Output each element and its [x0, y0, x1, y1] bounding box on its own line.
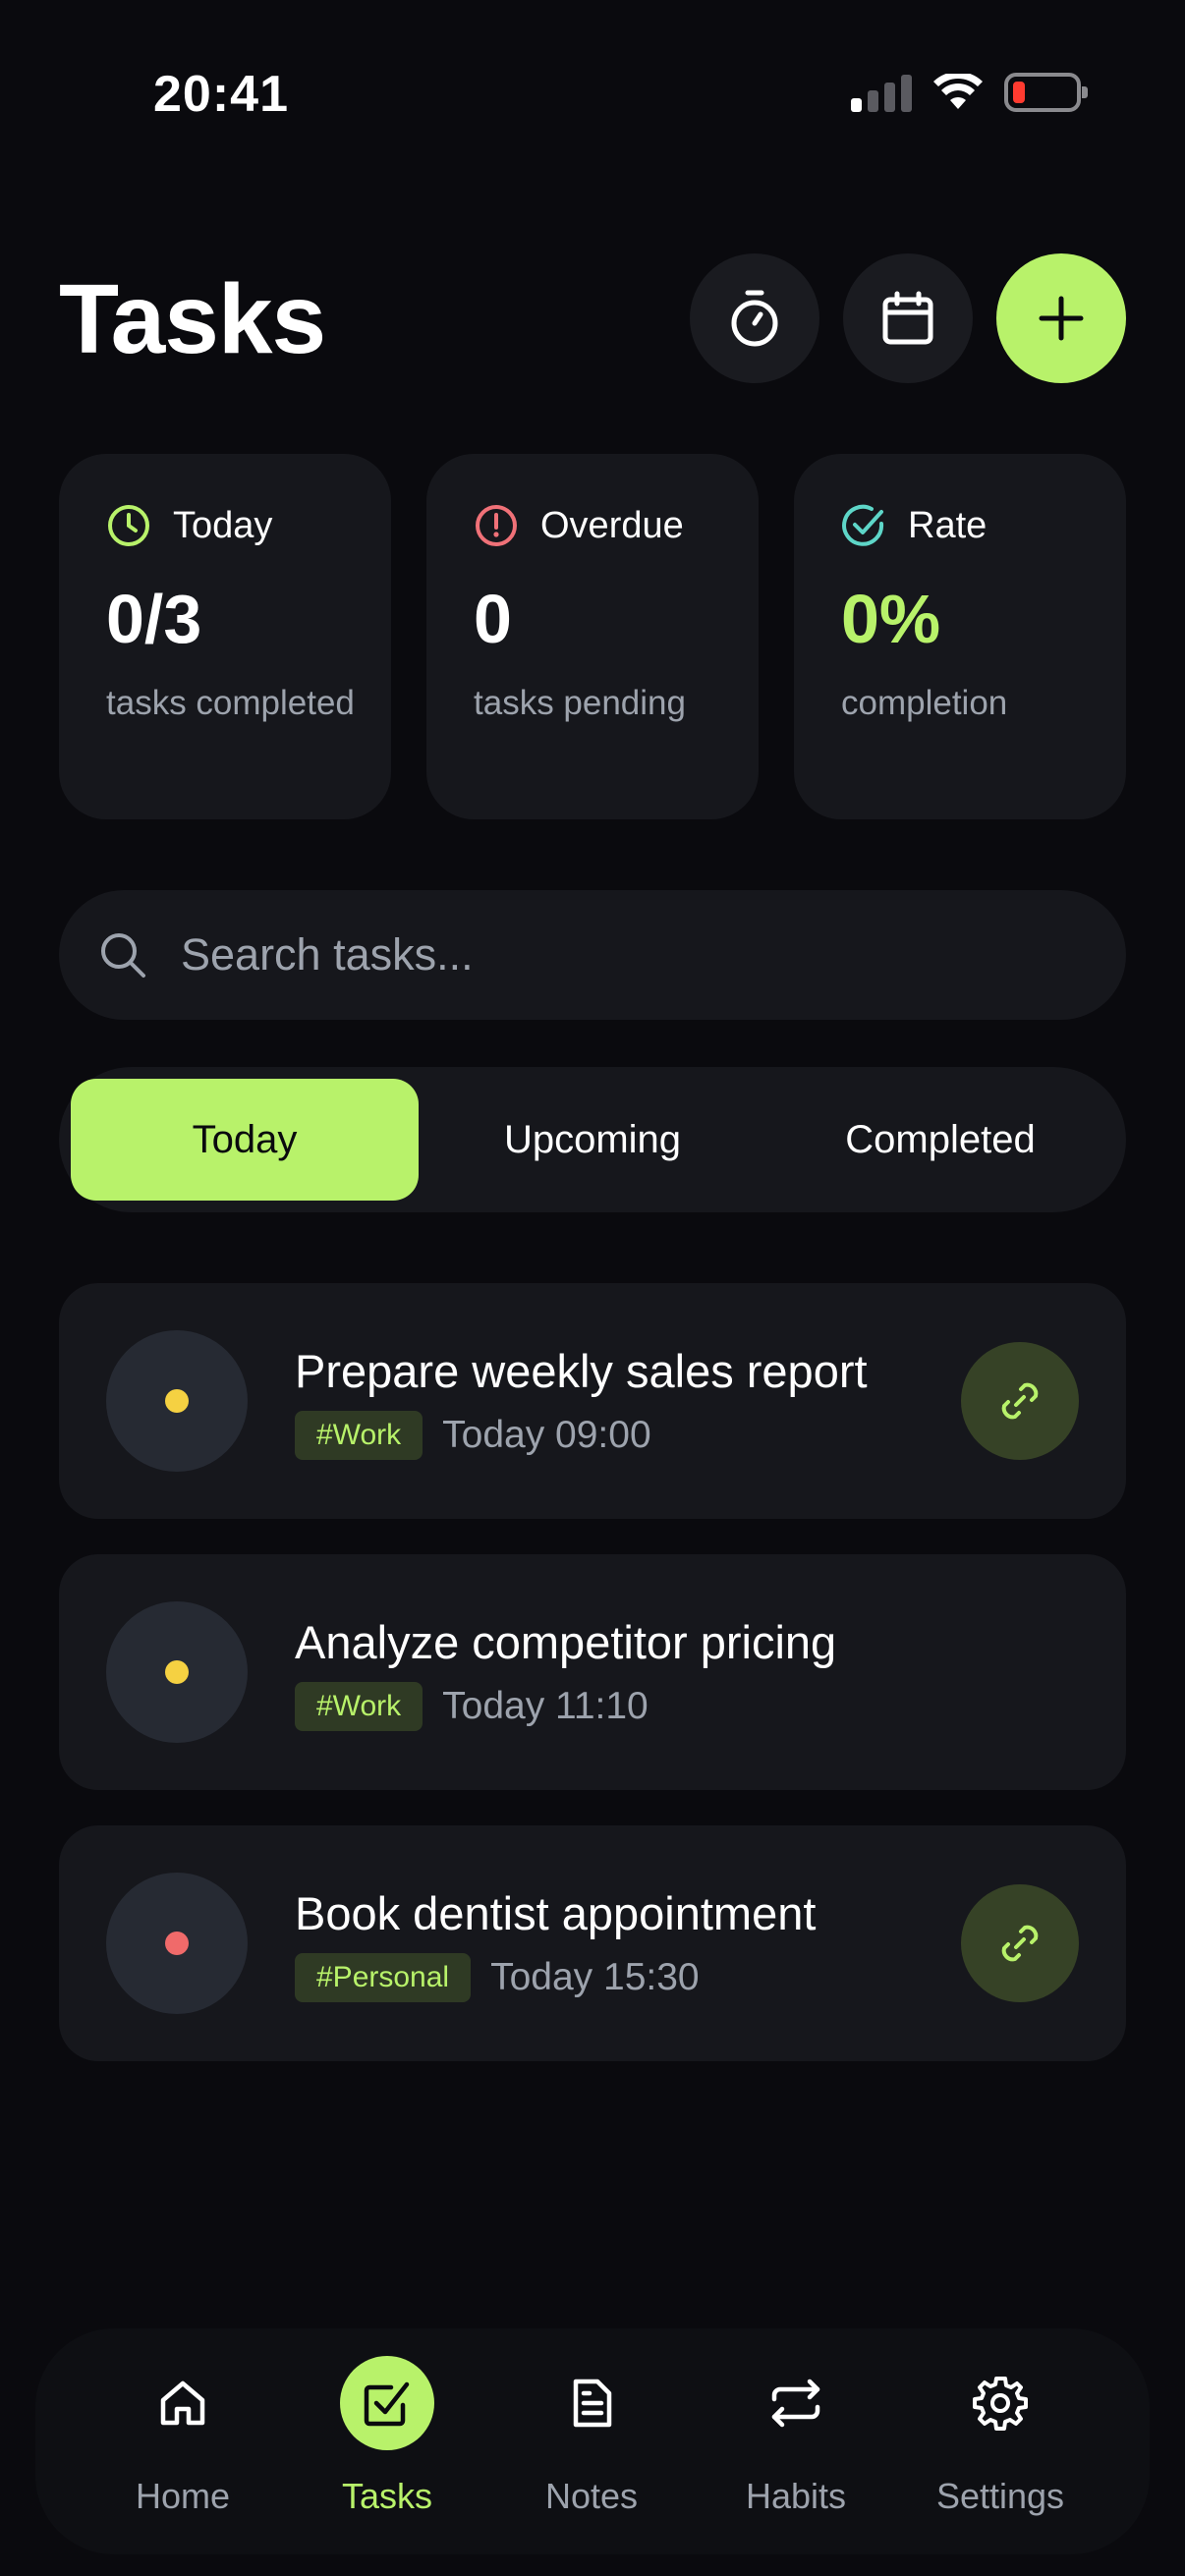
stat-value: 0/3 — [106, 581, 202, 657]
document-icon — [544, 2356, 639, 2450]
nav-settings[interactable]: Settings — [892, 2328, 1108, 2554]
priority-dot — [165, 1389, 189, 1413]
timer-button[interactable] — [690, 253, 819, 383]
task-meta: #Work Today 09:00 — [295, 1411, 651, 1460]
nav-notes[interactable]: Notes — [483, 2328, 700, 2554]
task-title: Prepare weekly sales report — [295, 1345, 868, 1397]
task-title: Book dentist appointment — [295, 1887, 817, 1939]
home-icon — [136, 2356, 230, 2450]
plus-icon — [1039, 296, 1084, 341]
checkbox-icon — [340, 2356, 434, 2450]
nav-tasks[interactable]: Tasks — [279, 2328, 495, 2554]
search-icon — [101, 933, 145, 978]
page-title: Tasks — [59, 264, 326, 374]
search-input[interactable] — [181, 929, 1065, 980]
nav-label: Home — [135, 2476, 231, 2516]
task-time: Today 11:10 — [442, 1685, 649, 1727]
stat-label: Overdue — [540, 504, 684, 546]
repeat-icon — [749, 2356, 843, 2450]
stat-label: Today — [173, 504, 273, 546]
stat-subtitle: tasks pending — [474, 684, 686, 722]
stat-card-today: Today 0/3 tasks completed — [59, 454, 391, 819]
nav-habits[interactable]: Habits — [688, 2328, 904, 2554]
stat-subtitle: completion — [841, 684, 1008, 722]
nav-home[interactable]: Home — [75, 2328, 291, 2554]
status-time: 20:41 — [153, 66, 289, 123]
task-meta: #Personal Today 15:30 — [295, 1953, 700, 2002]
task-checkbox[interactable] — [106, 1601, 248, 1743]
task-tag: #Work — [295, 1411, 423, 1460]
stat-label: Rate — [908, 504, 988, 546]
bottom-navigation: Home Tasks Notes Habits Settings — [35, 2328, 1150, 2554]
tasks-screen: 20:41 Tasks Today 0/3 tasks completed Ov… — [0, 0, 1185, 2576]
priority-dot — [165, 1660, 189, 1684]
stat-value: 0 — [474, 581, 512, 657]
task-item[interactable]: Prepare weekly sales report #Work Today … — [59, 1283, 1126, 1519]
nav-label: Habits — [745, 2476, 847, 2516]
task-checkbox[interactable] — [106, 1330, 248, 1472]
gear-icon — [953, 2356, 1047, 2450]
status-icons — [851, 73, 1088, 112]
task-item[interactable]: Book dentist appointment #Personal Today… — [59, 1825, 1126, 2061]
task-time: Today 09:00 — [442, 1414, 651, 1456]
tab-completed[interactable]: Completed — [766, 1079, 1114, 1201]
task-meta: #Work Today 11:10 — [295, 1682, 649, 1731]
link-icon — [1001, 1925, 1039, 1962]
calendar-icon — [882, 291, 933, 345]
stat-card-overdue: Overdue 0 tasks pending — [426, 454, 759, 819]
calendar-button[interactable] — [843, 253, 973, 383]
task-tag: #Work — [295, 1682, 423, 1731]
tab-today[interactable]: Today — [71, 1079, 419, 1201]
check-circle-icon — [842, 504, 884, 546]
task-checkbox[interactable] — [106, 1873, 248, 2014]
nav-label: Tasks — [341, 2476, 433, 2516]
link-icon — [1001, 1382, 1039, 1420]
nav-label: Settings — [935, 2476, 1065, 2516]
clock-icon — [108, 505, 149, 546]
task-link-button[interactable] — [961, 1884, 1079, 2002]
search-bar[interactable] — [59, 890, 1126, 1020]
battery-icon — [1004, 73, 1088, 112]
task-item[interactable]: Analyze competitor pricing #Work Today 1… — [59, 1554, 1126, 1790]
task-title: Analyze competitor pricing — [295, 1616, 837, 1668]
task-tag: #Personal — [295, 1953, 472, 2002]
stopwatch-icon — [731, 290, 778, 347]
priority-dot — [165, 1932, 189, 1955]
add-task-button[interactable] — [996, 253, 1126, 383]
task-time: Today 15:30 — [490, 1956, 700, 1998]
alert-circle-icon — [476, 505, 517, 546]
task-link-button[interactable] — [961, 1342, 1079, 1460]
stat-card-rate: Rate 0% completion — [794, 454, 1126, 819]
tab-upcoming[interactable]: Upcoming — [419, 1079, 766, 1201]
stat-subtitle: tasks completed — [106, 684, 355, 722]
filter-tabs: Today Upcoming Completed — [59, 1067, 1126, 1212]
nav-label: Notes — [544, 2476, 639, 2516]
cellular-signal-icon — [851, 73, 912, 112]
stat-value: 0% — [841, 581, 941, 657]
wifi-icon — [933, 74, 983, 109]
